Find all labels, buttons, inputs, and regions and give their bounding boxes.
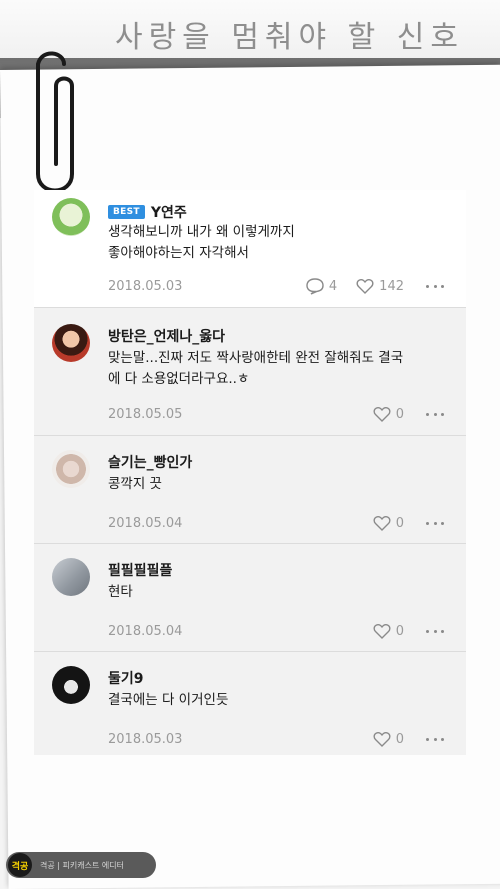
heart-icon xyxy=(373,516,391,531)
paperclip-icon xyxy=(36,51,74,193)
user-avatar[interactable] xyxy=(52,666,90,704)
username[interactable]: 슬기는_빵인가 xyxy=(108,452,192,472)
comment-item: 슬기는_빵인가 콩깍지 끗 2018.05.04 0 xyxy=(34,436,466,544)
reply-button[interactable]: 4 xyxy=(305,277,337,295)
heart-icon xyxy=(373,732,391,747)
username[interactable]: Y연주 xyxy=(151,202,187,222)
best-badge: BEST xyxy=(108,205,145,219)
footer-credit: 격공 격공 | 피키캐스트 에디터 xyxy=(6,852,156,878)
comment-header: 슬기는_빵인가 xyxy=(108,452,192,472)
comment-date: 2018.05.04 xyxy=(108,623,183,639)
heart-icon xyxy=(356,279,374,294)
like-button[interactable]: 142 xyxy=(355,277,404,295)
username[interactable]: 필필필필플 xyxy=(108,560,172,580)
user-avatar[interactable] xyxy=(52,324,90,362)
like-count: 0 xyxy=(395,623,404,639)
comment-item: 필필필필플 현타 2018.05.04 0 xyxy=(34,544,466,652)
like-button[interactable]: 0 xyxy=(372,622,404,640)
more-options-icon[interactable] xyxy=(426,412,444,416)
comment-date: 2018.05.03 xyxy=(108,731,183,747)
comment-item: 둘기9 결국에는 다 이거인듯 2018.05.03 0 xyxy=(34,652,466,755)
comment-text-line: 좋아해야하는지 자각해서 xyxy=(108,245,249,261)
comment-text: 콩깍지 끗 xyxy=(108,474,448,495)
like-button[interactable]: 0 xyxy=(372,730,404,748)
comment-text-line: 맞는말...진짜 저도 짝사랑애한테 완전 잘해줘도 결국 xyxy=(108,350,404,366)
heart-icon xyxy=(373,407,391,422)
like-count: 0 xyxy=(395,406,404,422)
comment-meta: 2018.05.03 0 xyxy=(108,729,444,749)
speech-bubble-icon xyxy=(306,278,324,295)
comment-header: 필필필필플 xyxy=(108,560,172,580)
page-title: 사랑을 멈춰야 할 신호 xyxy=(114,20,464,55)
comment-date: 2018.05.03 xyxy=(108,278,183,294)
comment-text: 현타 xyxy=(108,582,448,603)
heart-icon xyxy=(373,624,391,639)
more-options-icon[interactable] xyxy=(426,737,444,741)
like-button[interactable]: 0 xyxy=(372,514,404,532)
reply-count: 4 xyxy=(328,278,338,294)
user-avatar[interactable] xyxy=(52,450,90,488)
like-count: 142 xyxy=(379,278,404,294)
comment-text-line: 현타 xyxy=(108,584,133,600)
comment-item: BEST Y연주 생각해보니까 내가 왜 이렇게까지 좋아해야하는지 자각해서 … xyxy=(34,190,466,308)
comment-date: 2018.05.05 xyxy=(108,406,183,422)
comment-meta: 2018.05.04 0 xyxy=(108,621,444,641)
comment-date: 2018.05.04 xyxy=(108,515,183,531)
comment-text: 생각해보니까 내가 왜 이렇게까지 좋아해야하는지 자각해서 xyxy=(108,222,448,264)
comment-text-line: 에 다 소용없더라구요..ㅎ xyxy=(108,371,250,387)
footer-caption: 격공 | 피키캐스트 에디터 xyxy=(40,860,124,870)
more-options-icon[interactable] xyxy=(426,284,444,288)
comment-header: BEST Y연주 xyxy=(108,202,187,222)
username[interactable]: 방탄은_언제나_옳다 xyxy=(108,326,225,346)
comment-meta: 2018.05.03 4 142 xyxy=(108,276,444,296)
comment-header: 둘기9 xyxy=(108,668,144,688)
comment-text-line: 결국에는 다 이거인듯 xyxy=(108,692,229,708)
comment-list: BEST Y연주 생각해보니까 내가 왜 이렇게까지 좋아해야하는지 자각해서 … xyxy=(34,190,466,755)
user-avatar[interactable] xyxy=(52,198,90,236)
more-options-icon[interactable] xyxy=(426,629,444,633)
comment-text-line: 콩깍지 끗 xyxy=(108,476,162,492)
brand-logo: 격공 xyxy=(8,853,32,877)
comment-text: 맞는말...진짜 저도 짝사랑애한테 완전 잘해줘도 결국 에 다 소용없더라구… xyxy=(108,348,448,390)
comment-meta: 2018.05.05 0 xyxy=(108,404,444,424)
comment-text-line: 생각해보니까 내가 왜 이렇게까지 xyxy=(108,224,295,240)
comment-meta: 2018.05.04 0 xyxy=(108,513,444,533)
like-count: 0 xyxy=(395,515,404,531)
comment-text: 결국에는 다 이거인듯 xyxy=(108,690,448,711)
comment-header: 방탄은_언제나_옳다 xyxy=(108,326,225,346)
user-avatar[interactable] xyxy=(52,558,90,596)
like-count: 0 xyxy=(395,731,404,747)
like-button[interactable]: 0 xyxy=(372,405,404,423)
comment-item: 방탄은_언제나_옳다 맞는말...진짜 저도 짝사랑애한테 완전 잘해줘도 결국… xyxy=(34,308,466,436)
username[interactable]: 둘기9 xyxy=(108,668,144,688)
more-options-icon[interactable] xyxy=(426,521,444,525)
